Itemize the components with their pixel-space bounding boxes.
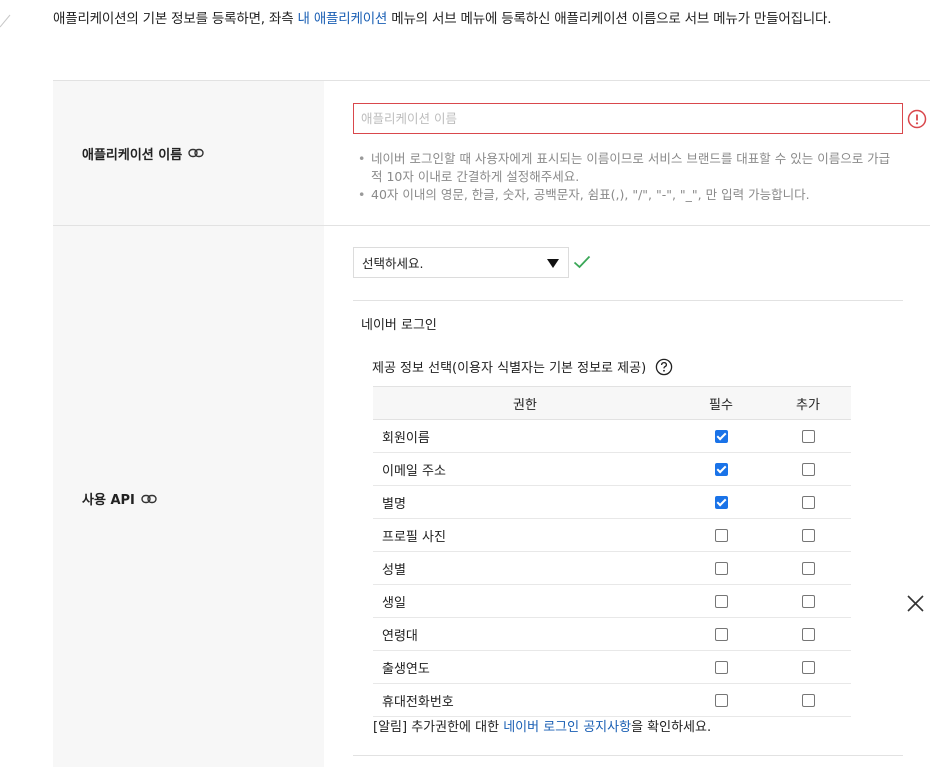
info-select-label: 제공 정보 선택(이용자 식별자는 기본 정보로 제공): [372, 361, 647, 376]
required-cell: [677, 551, 765, 585]
column-header-permission: 권한: [373, 386, 677, 420]
api-select-value: 선택하세요.: [362, 256, 424, 271]
required-checkbox[interactable]: [714, 627, 728, 641]
permission-name: 이메일 주소: [373, 452, 677, 486]
notice-text: [알림] 추가권한에 대한 네이버 로그인 공지사항을 확인하세요.: [373, 720, 712, 735]
table-row: 생일: [373, 584, 851, 618]
extra-cell: [765, 551, 851, 585]
chevron-down-icon: [547, 259, 559, 268]
extra-cell: [765, 617, 851, 651]
warning-circle-icon: [907, 109, 927, 129]
required-cell: [677, 452, 765, 486]
api-body: 선택하세요. 네이버 로그인 제공 정보 선택(이용자 식별자는 기본 정보로 …: [324, 226, 930, 767]
extra-cell: [765, 485, 851, 519]
required-cell: [677, 650, 765, 684]
column-header-extra: 추가: [765, 386, 851, 420]
required-checkbox[interactable]: [714, 561, 728, 575]
permission-name: 성별: [373, 551, 677, 585]
table-row: 회원이름: [373, 419, 851, 453]
table-row: 성별: [373, 551, 851, 585]
app-name-hints: 네이버 로그인할 때 사용자에게 표시되는 이름이므로 서비스 브랜드를 대표할…: [358, 150, 898, 204]
extra-cell: [765, 518, 851, 552]
table-header-row: 권한 필수 추가: [373, 386, 851, 420]
api-label-cell: 사용 API: [53, 226, 324, 767]
table-row: 출생연도: [373, 650, 851, 684]
permission-name: 생일: [373, 584, 677, 618]
extra-checkbox[interactable]: [801, 495, 815, 509]
close-icon[interactable]: [907, 595, 924, 612]
required-checkbox[interactable]: [714, 660, 728, 674]
extra-checkbox[interactable]: [801, 660, 815, 674]
permission-name: 프로필 사진: [373, 518, 677, 552]
permission-name: 연령대: [373, 617, 677, 651]
required-cell: [677, 518, 765, 552]
required-checkbox[interactable]: [714, 594, 728, 608]
required-checkbox[interactable]: [714, 429, 728, 443]
api-label: 사용 API: [82, 493, 135, 508]
app-name-body: 네이버 로그인할 때 사용자에게 표시되는 이름이므로 서비스 브랜드를 대표할…: [324, 81, 930, 225]
my-applications-link[interactable]: 내 애플리케이션: [298, 11, 388, 27]
notice-link[interactable]: 네이버 로그인 공지사항: [503, 720, 631, 735]
table-row: 프로필 사진: [373, 518, 851, 552]
question-circle-icon[interactable]: [655, 358, 673, 376]
required-checkbox[interactable]: [714, 462, 728, 476]
table-row: 이메일 주소: [373, 452, 851, 486]
hint-item: 40자 이내의 영문, 한글, 숫자, 공백문자, 쉼표(,), "/", "-…: [358, 186, 898, 204]
extra-cell: [765, 584, 851, 618]
extra-checkbox[interactable]: [801, 429, 815, 443]
permissions-body: 회원이름 이메일 주소 별명 프로필 사진 성별 생일 연령대 출생연도 휴대전화번호: [373, 419, 851, 717]
permission-name: 회원이름: [373, 419, 677, 453]
required-cell: [677, 485, 765, 519]
column-header-required: 필수: [677, 386, 765, 420]
app-name-label-cell: 애플리케이션 이름: [53, 81, 324, 225]
chain-link-icon[interactable]: [188, 148, 204, 158]
app-name-label: 애플리케이션 이름: [82, 147, 183, 163]
table-row: 별명: [373, 485, 851, 519]
extra-checkbox[interactable]: [801, 594, 815, 608]
permissions-table: 권한 필수 추가 회원이름 이메일 주소 별명 프로필 사진 성별 생일 연령대 출생연도 휴대…: [373, 386, 851, 717]
required-cell: [677, 419, 765, 453]
extra-checkbox[interactable]: [801, 462, 815, 476]
extra-cell: [765, 419, 851, 453]
api-row: 사용 API 선택하세요. 네이버 로그인 제공 정보 선택(이용자 식별자는 …: [53, 226, 930, 767]
chain-link-icon[interactable]: [141, 494, 157, 504]
info-select-title: 제공 정보 선택(이용자 식별자는 기본 정보로 제공): [372, 357, 673, 376]
extra-checkbox[interactable]: [801, 561, 815, 575]
corner-tick-icon: [0, 14, 11, 28]
required-checkbox[interactable]: [714, 693, 728, 707]
required-cell: [677, 617, 765, 651]
extra-cell: [765, 452, 851, 486]
panel-divider: [353, 755, 903, 756]
table-row: 연령대: [373, 617, 851, 651]
required-cell: [677, 584, 765, 618]
extra-cell: [765, 650, 851, 684]
app-name-input[interactable]: [353, 103, 903, 134]
registration-form: 애플리케이션 이름 네이버 로그인할 때 사용자에게 표시되는 이름이므로 서비…: [53, 80, 930, 767]
extra-checkbox[interactable]: [801, 693, 815, 707]
hint-item: 네이버 로그인할 때 사용자에게 표시되는 이름이므로 서비스 브랜드를 대표할…: [358, 150, 898, 186]
extra-checkbox[interactable]: [801, 528, 815, 542]
naver-login-panel: 네이버 로그인 제공 정보 선택(이용자 식별자는 기본 정보로 제공) 권한 …: [353, 300, 924, 756]
intro-text: 애플리케이션의 기본 정보를 등록하면, 좌측 내 애플리케이션 메뉴의 서브 …: [53, 11, 832, 27]
permission-name: 별명: [373, 485, 677, 519]
api-select[interactable]: 선택하세요.: [353, 247, 569, 278]
required-checkbox[interactable]: [714, 528, 728, 542]
panel-title: 네이버 로그인: [361, 318, 437, 333]
check-icon: [573, 255, 591, 269]
permission-name: 출생연도: [373, 650, 677, 684]
app-name-row: 애플리케이션 이름 네이버 로그인할 때 사용자에게 표시되는 이름이므로 서비…: [53, 81, 930, 226]
required-checkbox[interactable]: [714, 495, 728, 509]
extra-checkbox[interactable]: [801, 627, 815, 641]
